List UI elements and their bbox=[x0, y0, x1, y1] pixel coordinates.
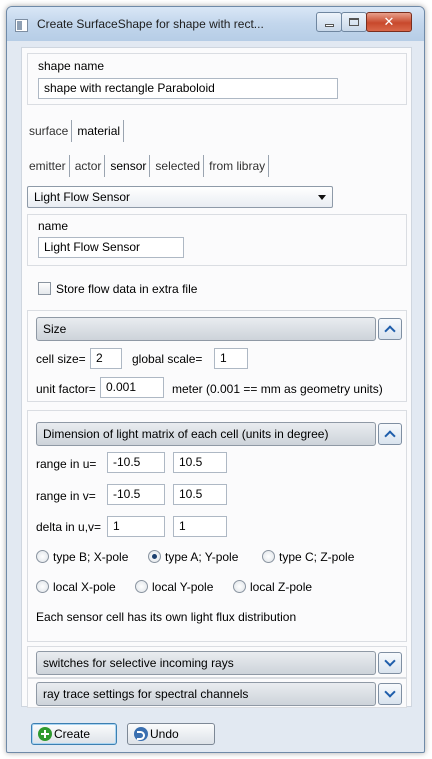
range-v-min-input[interactable]: -10.5 bbox=[107, 484, 165, 505]
range-v-max-input[interactable]: 10.5 bbox=[173, 484, 227, 505]
switches-expand-button[interactable] bbox=[378, 652, 402, 674]
sensor-name-group: name Light Flow Sensor bbox=[27, 214, 407, 266]
unit-factor-note: meter (0.001 == mm as geometry units) bbox=[172, 382, 383, 396]
tab-from-libray[interactable]: from libray bbox=[206, 155, 270, 177]
store-flow-label: Store flow data in extra file bbox=[56, 282, 198, 296]
ray-trace-expand-button[interactable] bbox=[378, 683, 402, 705]
radio-type-c-z-pole[interactable] bbox=[262, 550, 275, 563]
light-matrix-section: Dimension of light matrix of each cell (… bbox=[27, 410, 407, 642]
size-section-header[interactable]: Size bbox=[36, 317, 376, 341]
minimize-icon bbox=[324, 23, 334, 27]
sensor-name-input[interactable]: Light Flow Sensor bbox=[38, 237, 184, 258]
close-icon: ✕ bbox=[383, 14, 395, 30]
delta-label: delta in u,v= bbox=[36, 520, 102, 534]
unit-factor-label: unit factor= bbox=[36, 382, 96, 396]
unit-factor-input[interactable]: 0.001 bbox=[100, 377, 164, 398]
cell-size-input[interactable]: 2 bbox=[90, 348, 122, 369]
radio-type-c-label: type C; Z-pole bbox=[279, 550, 355, 564]
switches-section-header[interactable]: switches for selective incoming rays bbox=[36, 651, 376, 675]
light-matrix-collapse-button[interactable] bbox=[378, 423, 402, 445]
tab-surface[interactable]: surface bbox=[26, 120, 73, 142]
dialog-content: shape name shape with rectangle Parabolo… bbox=[21, 47, 412, 708]
undo-button-label: Undo bbox=[150, 727, 179, 741]
create-button[interactable]: Create bbox=[31, 723, 117, 745]
delta-v-input[interactable]: 1 bbox=[173, 516, 227, 537]
ray-trace-section: ray trace settings for spectral channels bbox=[27, 678, 407, 708]
radio-local-z-label: local Z-pole bbox=[250, 580, 313, 594]
undo-button[interactable]: Undo bbox=[127, 723, 215, 745]
tab-actor[interactable]: actor bbox=[72, 155, 106, 177]
close-button[interactable]: ✕ bbox=[366, 12, 412, 32]
range-u-min-input[interactable]: -10.5 bbox=[107, 452, 165, 473]
dropdown-arrow-icon bbox=[318, 195, 326, 200]
shape-name-label: shape name bbox=[38, 59, 105, 73]
main-tab-bar: surface material bbox=[26, 120, 126, 142]
maximize-button[interactable] bbox=[341, 12, 367, 32]
tab-emitter[interactable]: emitter bbox=[26, 155, 70, 177]
store-flow-checkbox[interactable] bbox=[38, 282, 51, 295]
cell-size-label: cell size= bbox=[36, 352, 86, 366]
radio-local-z-pole[interactable] bbox=[233, 580, 246, 593]
sensor-cell-note: Each sensor cell has its own light flux … bbox=[36, 610, 297, 624]
title-bar[interactable]: Create SurfaceShape for shape with rect.… bbox=[7, 7, 424, 41]
radio-type-a-y-pole[interactable] bbox=[148, 550, 161, 563]
undo-icon bbox=[134, 727, 148, 741]
tab-selected[interactable]: selected bbox=[152, 155, 205, 177]
radio-type-b-label: type B; X-pole bbox=[53, 550, 129, 564]
create-button-label: Create bbox=[54, 727, 91, 741]
plus-circle-icon bbox=[38, 727, 52, 741]
tab-sensor[interactable]: sensor bbox=[107, 155, 151, 177]
light-matrix-section-header[interactable]: Dimension of light matrix of each cell (… bbox=[36, 422, 376, 446]
radio-type-b-x-pole[interactable] bbox=[36, 550, 49, 563]
radio-local-y-pole[interactable] bbox=[135, 580, 148, 593]
chevron-down-icon bbox=[384, 655, 396, 667]
maximize-icon bbox=[349, 18, 359, 26]
app-icon bbox=[15, 19, 28, 32]
chevron-down-icon bbox=[384, 686, 396, 698]
range-v-label: range in v= bbox=[36, 489, 96, 503]
switches-section: switches for selective incoming rays bbox=[27, 646, 407, 678]
delta-u-input[interactable]: 1 bbox=[107, 516, 165, 537]
sensor-type-value: Light Flow Sensor bbox=[34, 190, 131, 204]
dialog-window: Create SurfaceShape for shape with rect.… bbox=[6, 6, 425, 753]
ray-trace-section-header[interactable]: ray trace settings for spectral channels bbox=[36, 682, 376, 706]
minimize-button[interactable] bbox=[316, 12, 342, 32]
sensor-name-label: name bbox=[38, 219, 69, 233]
shape-name-input[interactable]: shape with rectangle Paraboloid bbox=[38, 78, 338, 99]
window-title: Create SurfaceShape for shape with rect.… bbox=[37, 17, 264, 31]
radio-local-y-label: local Y-pole bbox=[152, 580, 214, 594]
radio-local-x-pole[interactable] bbox=[36, 580, 49, 593]
range-u-max-input[interactable]: 10.5 bbox=[173, 452, 227, 473]
chevron-up-icon bbox=[384, 325, 396, 337]
shape-name-group: shape name shape with rectangle Parabolo… bbox=[27, 53, 407, 105]
global-scale-input[interactable]: 1 bbox=[214, 348, 248, 369]
global-scale-label: global scale= bbox=[132, 352, 203, 366]
radio-type-a-label: type A; Y-pole bbox=[165, 550, 239, 564]
chevron-up-icon bbox=[384, 430, 396, 442]
radio-local-x-label: local X-pole bbox=[53, 580, 116, 594]
sensor-type-select[interactable]: Light Flow Sensor bbox=[27, 186, 333, 208]
size-section: Size cell size= 2 global scale= 1 unit f… bbox=[27, 310, 407, 402]
tab-material[interactable]: material bbox=[74, 120, 125, 142]
size-collapse-button[interactable] bbox=[378, 318, 402, 340]
range-u-label: range in u= bbox=[36, 457, 97, 471]
sub-tab-bar: emitter actor sensor selected from libra… bbox=[26, 155, 271, 177]
